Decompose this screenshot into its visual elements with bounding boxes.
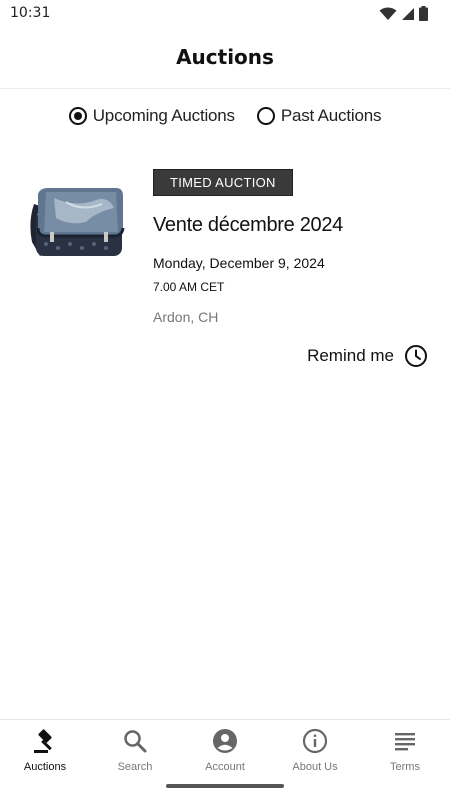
search-icon xyxy=(122,728,148,754)
nav-item-auctions[interactable]: Auctions xyxy=(0,720,90,801)
nav-label: Auctions xyxy=(23,761,67,773)
status-time: 10:31 xyxy=(10,5,51,21)
info-icon xyxy=(302,728,328,754)
gesture-navigation-bar[interactable] xyxy=(166,784,284,788)
account-icon xyxy=(212,728,238,754)
auction-type-badge: TIMED AUCTION xyxy=(153,169,293,196)
menu-lines-icon xyxy=(392,728,418,754)
page-title: Auctions xyxy=(176,45,274,69)
auction-time: 7.00 AM CET xyxy=(153,280,225,294)
nav-label: Account xyxy=(205,761,245,773)
status-bar: 10:31 xyxy=(0,0,450,28)
nav-label: Terms xyxy=(390,761,420,773)
wifi-icon xyxy=(379,7,397,20)
auction-title: Vente décembre 2024 xyxy=(153,214,344,236)
radio-checked-icon[interactable] xyxy=(68,107,87,125)
battery-icon xyxy=(419,6,428,21)
clock-icon[interactable] xyxy=(404,344,428,368)
radio-unchecked-icon[interactable] xyxy=(256,107,275,125)
auction-location: Ardon, CH xyxy=(153,309,219,325)
auction-date: Monday, December 9, 2024 xyxy=(153,255,325,271)
messenger-bag-image xyxy=(30,188,125,256)
cell-signal-icon xyxy=(402,7,414,20)
remind-me-label: Remind me xyxy=(307,346,394,365)
radio-label: Upcoming Auctions xyxy=(92,106,235,125)
radio-label: Past Auctions xyxy=(280,106,382,125)
nav-item-account[interactable]: Account xyxy=(180,720,270,801)
nav-item-terms[interactable]: Terms xyxy=(360,720,450,801)
gavel-icon xyxy=(32,728,58,754)
remind-me-button[interactable]: Remind me xyxy=(307,344,428,368)
nav-label: Search xyxy=(117,761,153,773)
nav-label: About Us xyxy=(292,761,338,773)
radio-upcoming-auctions[interactable]: Upcoming Auctions xyxy=(68,106,235,126)
nav-item-about-us[interactable]: About Us xyxy=(270,720,360,801)
bottom-navigation: Auctions Search Account About Us Terms xyxy=(0,719,450,801)
app-header: Auctions xyxy=(0,28,450,89)
auction-filter: Upcoming Auctions Past Auctions xyxy=(0,106,450,126)
radio-past-auctions[interactable]: Past Auctions xyxy=(256,106,382,126)
nav-item-search[interactable]: Search xyxy=(90,720,180,801)
auction-card[interactable]: TIMED AUCTION Vente décembre 2024 Monday… xyxy=(0,160,450,375)
status-icons xyxy=(379,6,428,21)
